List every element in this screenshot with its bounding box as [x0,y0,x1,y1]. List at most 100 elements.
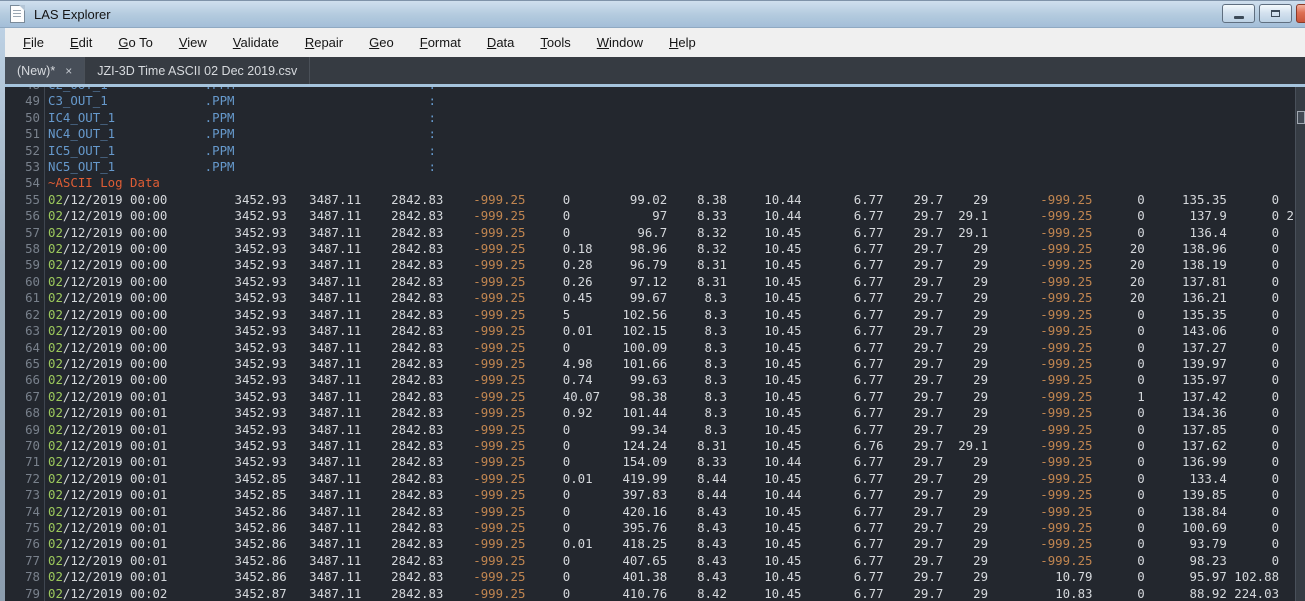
spacer [593,405,623,420]
line-content[interactable]: 02/12/2019 00:01 3452.93 3487.11 2842.83… [45,454,1279,470]
maximize-button[interactable] [1259,4,1292,23]
spacer [1093,241,1130,256]
menu-item-tools[interactable]: Tools [527,30,583,56]
line-number: 77 [5,553,45,569]
spacer [1227,241,1272,256]
line-content[interactable]: 02/12/2019 00:00 3452.93 3487.11 2842.83… [45,208,1294,224]
menu-item-geo[interactable]: Geo [356,30,407,56]
line-content[interactable]: 02/12/2019 00:02 3452.87 3487.11 2842.83… [45,586,1279,601]
spacer [1227,192,1272,207]
menu-item-file[interactable]: File [10,30,57,56]
menu-item-validate[interactable]: Validate [220,30,292,56]
spacer [802,372,854,387]
line-content[interactable]: 02/12/2019 00:01 3452.86 3487.11 2842.83… [45,520,1279,536]
spacer [943,257,973,272]
line-content[interactable]: IC4_OUT_1 .PPM : [45,110,436,126]
line-content[interactable]: NC5_OUT_1 .PPM : [45,159,436,175]
date-rest: /12/2019 00:01 [63,553,167,568]
tab-new[interactable]: (New)*× [5,57,85,84]
spacer [884,471,914,486]
tab-jzi-csv[interactable]: JZI-3D Time ASCII 02 Dec 2019.csv [85,57,310,84]
line-content[interactable]: ~ASCII Log Data [45,175,160,191]
menu-item-data[interactable]: Data [474,30,527,56]
data-value: 8.33 [697,454,727,469]
data-value: 102.15 [622,323,667,338]
data-value: 96.7 [637,225,667,240]
menu-item-go-to[interactable]: Go To [105,30,165,56]
spacer [361,471,391,486]
date-rest: /12/2019 00:02 [63,586,167,601]
data-value: 10.44 [764,487,801,502]
line-content[interactable]: 02/12/2019 00:00 3452.93 3487.11 2842.83… [45,356,1279,372]
line-content[interactable]: 02/12/2019 00:00 3452.93 3487.11 2842.83… [45,372,1279,388]
line-content[interactable]: 02/12/2019 00:00 3452.93 3487.11 2842.83… [45,274,1279,290]
line-content[interactable]: 02/12/2019 00:00 3452.93 3487.11 2842.83… [45,290,1279,306]
menu-item-format[interactable]: Format [407,30,474,56]
vertical-scrollbar-track[interactable] [1295,87,1305,601]
line-content[interactable]: 02/12/2019 00:01 3452.93 3487.11 2842.83… [45,405,1279,421]
window-left-border [0,28,5,601]
minimize-button[interactable] [1222,4,1255,23]
data-value: 10.45 [764,356,801,371]
line-content[interactable]: IC5_OUT_1 .PPM : [45,143,436,159]
data-value: 3487.11 [309,274,361,289]
spacer [1227,487,1272,502]
vertical-scrollbar-thumb[interactable] [1297,111,1305,124]
data-value: 10.45 [764,257,801,272]
menu-item-edit[interactable]: Edit [57,30,105,56]
tab-close-icon[interactable]: × [65,65,72,77]
spacer [525,356,562,371]
spacer [988,356,1040,371]
menu-item-view[interactable]: View [166,30,220,56]
line-content[interactable]: 02/12/2019 00:00 3452.93 3487.11 2842.83… [45,241,1279,257]
spacer [943,422,973,437]
spacer [1092,504,1137,519]
spacer [727,290,764,305]
line-number: 78 [5,569,45,585]
data-value: 3452.93 [235,192,287,207]
data-value: 0 [1272,323,1279,338]
close-button[interactable]: × [1296,4,1305,23]
spacer [167,225,234,240]
spacer [943,454,973,469]
line-content[interactable]: 02/12/2019 00:01 3452.85 3487.11 2842.83… [45,487,1279,503]
line-content[interactable]: NC4_OUT_1 .PPM : [45,126,436,142]
data-value: 10.44 [764,192,801,207]
data-value: 137.81 [1182,274,1227,289]
spacer [1145,536,1190,551]
spacer [802,389,854,404]
line-content[interactable]: 02/12/2019 00:00 3452.93 3487.11 2842.83… [45,192,1279,208]
menu-item-window[interactable]: Window [584,30,656,56]
spacer [884,274,914,289]
null-value: -999.25 [473,225,525,240]
menu-item-repair[interactable]: Repair [292,30,356,56]
spacer [884,372,914,387]
line-content[interactable]: 02/12/2019 00:01 3452.86 3487.11 2842.83… [45,504,1279,520]
line-content[interactable]: 02/12/2019 00:00 3452.93 3487.11 2842.83… [45,307,1279,323]
line-content[interactable]: 02/12/2019 00:01 3452.93 3487.11 2842.83… [45,438,1279,454]
line-content[interactable]: 02/12/2019 00:00 3452.93 3487.11 2842.83… [45,323,1279,339]
line-content[interactable]: 02/12/2019 00:00 3452.93 3487.11 2842.83… [45,340,1279,356]
data-value: 29.7 [913,586,943,601]
line-content[interactable]: 02/12/2019 00:01 3452.93 3487.11 2842.83… [45,422,1279,438]
line-content[interactable]: 02/12/2019 00:01 3452.86 3487.11 2842.83… [45,569,1279,585]
title-bar[interactable]: LAS Explorer × [0,0,1305,28]
spacer [1145,569,1190,584]
date-rest: /12/2019 00:00 [63,323,167,338]
date-rest: /12/2019 00:00 [63,274,167,289]
editor-viewport[interactable]: 48C2_OUT_1 .PPM :49C3_OUT_1 .PPM :50IC4_… [0,87,1305,601]
data-value: 29.7 [913,536,943,551]
line-content[interactable]: 02/12/2019 00:00 3452.93 3487.11 2842.83… [45,225,1279,241]
spacer [802,454,854,469]
date-prefix: 02 [48,208,63,223]
spacer [443,438,473,453]
line-content[interactable]: C3_OUT_1 .PPM : [45,93,436,109]
line-content[interactable]: 02/12/2019 00:00 3452.93 3487.11 2842.83… [45,257,1279,273]
spacer [287,569,309,584]
line-content[interactable]: 02/12/2019 00:01 3452.85 3487.11 2842.83… [45,471,1279,487]
null-value: -999.25 [473,422,525,437]
line-content[interactable]: 02/12/2019 00:01 3452.93 3487.11 2842.83… [45,389,1279,405]
menu-item-help[interactable]: Help [656,30,709,56]
line-content[interactable]: 02/12/2019 00:01 3452.86 3487.11 2842.83… [45,536,1279,552]
line-content[interactable]: 02/12/2019 00:01 3452.86 3487.11 2842.83… [45,553,1279,569]
